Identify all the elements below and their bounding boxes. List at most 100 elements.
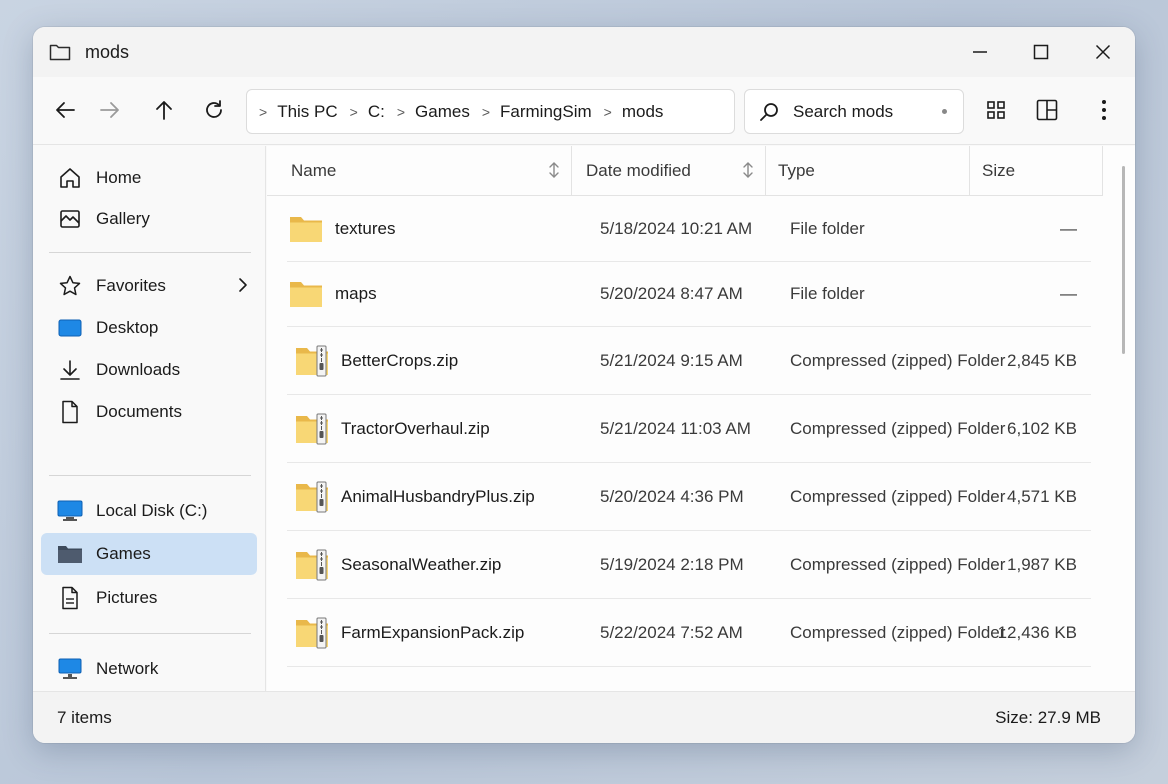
zip-folder-icon [295, 617, 329, 649]
column-header-type[interactable]: Type [765, 146, 969, 196]
breadcrumb-games[interactable]: Games [415, 102, 470, 122]
breadcrumb-mods[interactable]: mods [622, 102, 664, 122]
back-button[interactable] [46, 91, 84, 129]
file-row[interactable]: SeasonalWeather.zip 5/19/2024 2:18 PM Comp… [287, 531, 1091, 599]
sidebar-item-label: Games [96, 544, 151, 563]
total-size: Size: 27.9 MB [995, 708, 1101, 727]
file-name-cell: textures [287, 197, 395, 261]
sidebar-item-home[interactable]: Home [41, 157, 257, 199]
chevron-right-icon: > [603, 103, 612, 120]
sidebar-item-downloads[interactable]: Downloads [41, 349, 257, 391]
file-type: Compressed (zipped) Folder [790, 350, 1006, 370]
file-name-cell: BetterCrops.zip [287, 327, 458, 394]
sidebar-item-label: Favorites [96, 276, 166, 295]
more-vertical-icon [1102, 100, 1106, 120]
file-name-cell: FarmExpansionPack.zip [287, 599, 524, 666]
sort-icon[interactable] [741, 161, 755, 184]
sidebar-item-documents[interactable]: Documents [41, 391, 257, 433]
sidebar-item-pictures[interactable]: Pictures [41, 577, 257, 619]
file-row[interactable]: maps 5/20/2024 8:47 AM File folder — [287, 262, 1091, 327]
file-row[interactable]: AnimalHusbandryPlus.zip 5/20/2024 4:36 PM… [287, 463, 1091, 531]
refresh-button[interactable] [195, 91, 233, 129]
gallery-icon [57, 206, 83, 232]
document-icon [57, 399, 83, 425]
sidebar-item-local-disk[interactable]: Local Disk (C:) [41, 490, 257, 532]
sidebar-item-games[interactable]: Games [41, 533, 257, 575]
file-row[interactable]: BetterCrops.zip 5/21/2024 9:15 AM Compress… [287, 327, 1091, 395]
search-icon [760, 102, 778, 121]
file-size: 6,102 KB [1007, 418, 1077, 438]
column-header-name[interactable]: Name [267, 146, 571, 196]
vertical-scrollbar[interactable] [1122, 166, 1125, 354]
file-name: FarmExpansionPack.zip [341, 622, 525, 642]
search-input[interactable]: Search mods [744, 89, 964, 134]
file-size: 2,845 KB [1007, 350, 1077, 370]
refresh-icon [206, 100, 222, 118]
file-name: textures [335, 219, 396, 238]
column-header-label: Date modified [586, 160, 691, 180]
preview-pane-button[interactable] [1028, 91, 1066, 129]
minimize-icon [973, 51, 987, 53]
sidebar-item-label: Gallery [96, 209, 150, 228]
file-name: maps [335, 284, 377, 303]
sort-icon[interactable] [547, 161, 561, 184]
file-name-cell: SeasonalWeather.zip [287, 531, 501, 598]
more-options-button[interactable] [1085, 91, 1123, 129]
file-size: 1,987 KB [1007, 554, 1077, 574]
column-header-label: Size [982, 160, 1016, 180]
file-row[interactable]: TractorOverhaul.zip 5/21/2024 11:03 AM Com… [287, 395, 1091, 463]
column-header-size[interactable]: Size [969, 146, 1103, 196]
arrow-right-icon [100, 102, 119, 118]
address-bar[interactable]: > This PC > C: > Games > FarmingSim > mo… [246, 89, 735, 134]
file-size: 12,436 KB [997, 622, 1077, 642]
sidebar-item-label: Downloads [96, 360, 181, 379]
home-icon [57, 165, 83, 191]
forward-button[interactable] [91, 91, 129, 129]
minimize-button[interactable] [950, 27, 1010, 77]
column-header-date[interactable]: Date modified [571, 146, 765, 196]
navigation-sidebar: Home Gallery Favorites Desktop Downloads… [33, 146, 266, 691]
view-options-button[interactable] [977, 91, 1015, 129]
breadcrumb-c[interactable]: C: [368, 102, 385, 122]
column-header-label: Name [291, 160, 337, 180]
sidebar-item-label: Desktop [96, 318, 159, 337]
folder-icon [289, 213, 323, 245]
breadcrumb-farmingsim[interactable]: FarmingSim [500, 102, 592, 122]
folder-icon [57, 541, 83, 567]
arrow-left-icon [56, 102, 75, 118]
download-icon [57, 357, 83, 383]
sidebar-item-label: Local Disk (C:) [96, 501, 208, 520]
desktop-icon [57, 315, 83, 341]
chevron-right-icon: > [259, 103, 268, 120]
sidebar-item-label: Home [96, 168, 142, 187]
maximize-button[interactable] [1011, 27, 1071, 77]
file-size: — [1060, 219, 1077, 238]
sidebar-item-label: Pictures [96, 588, 158, 607]
sidebar-item-favorites[interactable]: Favorites [41, 265, 257, 307]
file-date: 5/21/2024 9:15 AM [600, 350, 743, 370]
file-row[interactable]: FarmExpansionPack.zip 5/22/2024 7:52 AM Co… [287, 599, 1091, 667]
star-icon [57, 273, 83, 299]
file-size: 4,571 KB [1007, 486, 1077, 506]
file-type: File folder [790, 284, 865, 303]
grid-view-icon [987, 101, 1005, 119]
breadcrumb-this-pc[interactable]: This PC [277, 102, 337, 122]
network-icon [57, 656, 83, 682]
folder-icon [289, 278, 323, 310]
file-name-cell: AnimalHusbandryPlus.zip [287, 463, 535, 530]
close-button[interactable] [1073, 27, 1133, 77]
up-button[interactable] [145, 91, 183, 129]
arrow-up-icon [156, 101, 172, 120]
file-date: 5/21/2024 11:03 AM [600, 418, 751, 438]
sidebar-item-gallery[interactable]: Gallery [41, 198, 257, 240]
sidebar-item-label: Documents [96, 402, 182, 421]
title-bar: mods [33, 27, 1135, 77]
file-name-cell: maps [287, 262, 377, 326]
file-row[interactable]: textures 5/18/2024 10:21 AM File folder — [287, 197, 1091, 262]
chevron-right-icon: > [396, 103, 406, 120]
sidebar-item-desktop[interactable]: Desktop [41, 307, 257, 349]
chevron-right-icon[interactable] [237, 276, 249, 299]
sidebar-divider [49, 633, 251, 634]
sidebar-item-network[interactable]: Network [41, 648, 257, 690]
pictures-icon [57, 585, 83, 611]
